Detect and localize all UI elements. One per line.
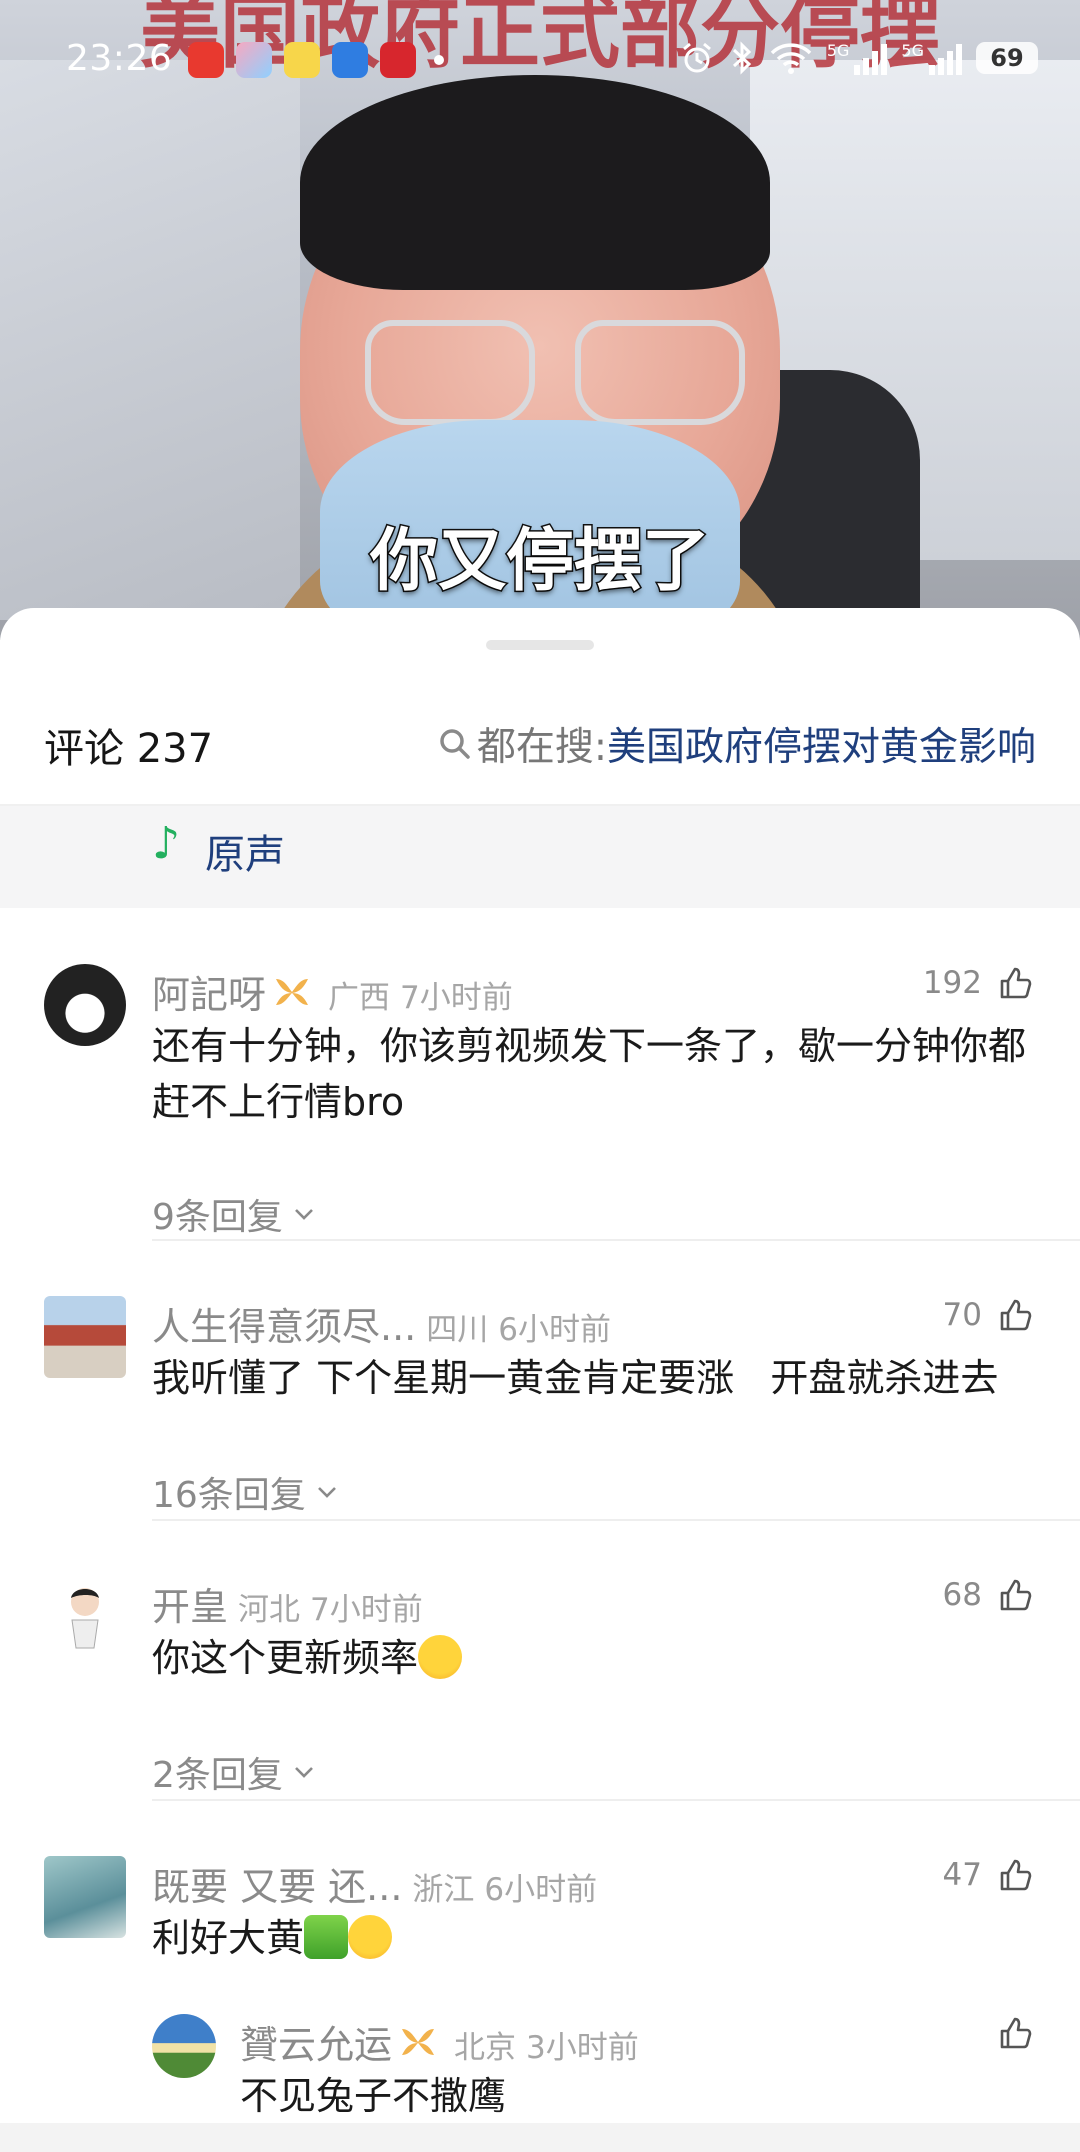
replies-count: 9条回复	[152, 1197, 283, 1238]
video-player[interactable]: 美国政府正式部分停摆 你又停摆了	[0, 0, 1080, 640]
comments-header: 评论 237 都在搜: 美国政府停摆对黄金影响	[0, 704, 1080, 784]
comment-text: 利好大黄	[152, 1916, 305, 1960]
chevron-down-icon	[294, 1767, 313, 1778]
status-right: 5G 5G 69	[679, 40, 1038, 76]
network-1-label: 5G	[826, 41, 850, 60]
comment-body: 你这个更新频率	[152, 1630, 1042, 1686]
thumbs-up-icon	[1000, 967, 1032, 999]
comment-divider	[152, 1519, 1080, 1521]
video-hair	[300, 75, 770, 290]
comment-time: 6小时前	[498, 1312, 611, 1348]
avatar[interactable]	[44, 1856, 126, 1938]
thumbs-up-icon	[1000, 2017, 1032, 2049]
bottom-input-bar[interactable]	[0, 2123, 1080, 2152]
avatar[interactable]	[44, 1576, 126, 1658]
sheet-drag-handle[interactable]	[486, 640, 594, 650]
comment-region: 河北	[238, 1592, 301, 1628]
vip-badge-icon	[402, 2028, 435, 2055]
search-label: 都在搜:	[476, 725, 607, 770]
comment-divider	[152, 1239, 1080, 1241]
bluetooth-icon	[732, 41, 752, 75]
like-button[interactable]: 192	[923, 964, 1034, 1002]
like-count: 70	[942, 1297, 982, 1333]
like-count: 192	[922, 965, 982, 1001]
comment-time: 7小时前	[310, 1592, 423, 1628]
comment-meta: 人生得意须尽... 四川 6小时前	[152, 1296, 611, 1351]
view-replies-button[interactable]: 9条回复	[152, 1188, 317, 1240]
wifi-icon	[770, 43, 812, 74]
notification-icons	[188, 42, 444, 78]
comment-region: 广西	[328, 980, 391, 1016]
comment-time: 6小时前	[484, 1872, 598, 1908]
comment-text: 我听懂了 下个星期一黄金肯定要涨 开盘就杀进去	[152, 1356, 999, 1400]
thumbs-up-icon	[1000, 1299, 1032, 1331]
signal-2-icon: 5G	[901, 41, 962, 75]
comment-meta: 开皇 河北 7小时前	[152, 1576, 423, 1631]
commenter-name[interactable]: 阿記呀	[152, 964, 266, 1019]
reply-meta: 贇云允运 北京 3小时前	[240, 2014, 639, 2069]
score-app-icon	[284, 42, 320, 78]
alarm-icon	[682, 42, 711, 73]
comment-text: 你这个更新频率	[152, 1636, 419, 1680]
comment-divider	[152, 1799, 1080, 1801]
comment-region: 四川	[426, 1312, 489, 1348]
browser-app-icon	[332, 42, 368, 78]
reply-region: 北京	[454, 2030, 517, 2066]
replies-count: 16条回复	[152, 1475, 306, 1516]
battery-icon: 69	[976, 42, 1038, 74]
like-button[interactable]: 47	[943, 1856, 1034, 1894]
reply-text: 不见兔子不撒鹰	[240, 2074, 507, 2118]
music-label[interactable]: 原声	[205, 822, 285, 880]
replier-name[interactable]: 贇云允运	[240, 2014, 392, 2069]
commenter-name[interactable]: 开皇	[152, 1576, 228, 1631]
comment-body: 利好大黄	[152, 1910, 1042, 1966]
avatar[interactable]	[44, 964, 126, 1046]
network-2-label: 5G	[901, 41, 924, 60]
view-replies-button[interactable]: 2条回复	[152, 1746, 317, 1798]
replies-count: 2条回复	[152, 1755, 283, 1796]
shopping-app-icon	[380, 42, 416, 78]
reply-time: 3小时前	[526, 2030, 639, 2066]
vip-badge-icon	[276, 978, 309, 1005]
like-button[interactable]: 68	[943, 1576, 1034, 1614]
commenter-name[interactable]: 人生得意须尽...	[152, 1296, 416, 1351]
search-suggestion[interactable]: 都在搜: 美国政府停摆对黄金影响	[437, 716, 1036, 772]
grinning-emoji-icon	[348, 1915, 393, 1959]
reply-avatar[interactable]	[152, 2014, 216, 2078]
like-count: 47	[942, 1857, 982, 1893]
thumbs-up-icon	[1000, 1859, 1032, 1891]
cartoon-avatar-icon	[71, 1588, 99, 1649]
video-app-icon	[188, 42, 224, 78]
search-query-link[interactable]: 美国政府停摆对黄金影响	[607, 716, 1036, 772]
laughing-crying-emoji-icon	[418, 1635, 463, 1679]
chevron-down-icon	[294, 1209, 313, 1220]
comment-region: 浙江	[412, 1872, 475, 1908]
avatar[interactable]	[44, 1296, 126, 1378]
thumbs-up-icon	[1000, 1579, 1032, 1611]
video-glasses-right	[575, 320, 745, 425]
signal-1-icon: 5G	[827, 41, 888, 75]
commenter-name[interactable]: 既要 又要 还...	[152, 1856, 402, 1911]
comment-meta: 阿記呀 广西 7小时前	[152, 964, 513, 1019]
music-strip[interactable]: ♪ 原声	[0, 806, 1080, 908]
video-glasses-left	[365, 320, 535, 425]
comment-time: 7小时前	[400, 980, 513, 1016]
comments-sheet: 评论 237 都在搜: 美国政府停摆对黄金影响 ♪ 原声 阿記呀 广西 7小时前…	[0, 608, 1080, 2152]
comment-text: 还有十分钟，你该剪视频发下一条了，歇一分钟你都赶不上行情bro	[152, 1024, 1027, 1124]
chevron-down-icon	[317, 1487, 336, 1498]
like-button[interactable]: 70	[943, 1296, 1034, 1334]
view-replies-button[interactable]: 16条回复	[152, 1466, 340, 1518]
reply-like-button[interactable]	[996, 2014, 1034, 2052]
like-count: 68	[942, 1577, 982, 1613]
search-icon	[440, 729, 470, 759]
thumbs-up-emoji-icon	[304, 1915, 349, 1959]
comment-count-title: 评论 237	[44, 726, 214, 772]
status-time: 23:26	[66, 38, 173, 79]
music-note-icon: ♪	[152, 818, 181, 869]
gallery-app-icon	[236, 42, 272, 78]
video-subtitle: 你又停摆了	[368, 521, 711, 603]
status-bar: 23:26 5G 5G 69	[0, 38, 1080, 88]
more-notifications-dot	[434, 55, 444, 65]
comment-meta: 既要 又要 还... 浙江 6小时前	[152, 1856, 597, 1911]
